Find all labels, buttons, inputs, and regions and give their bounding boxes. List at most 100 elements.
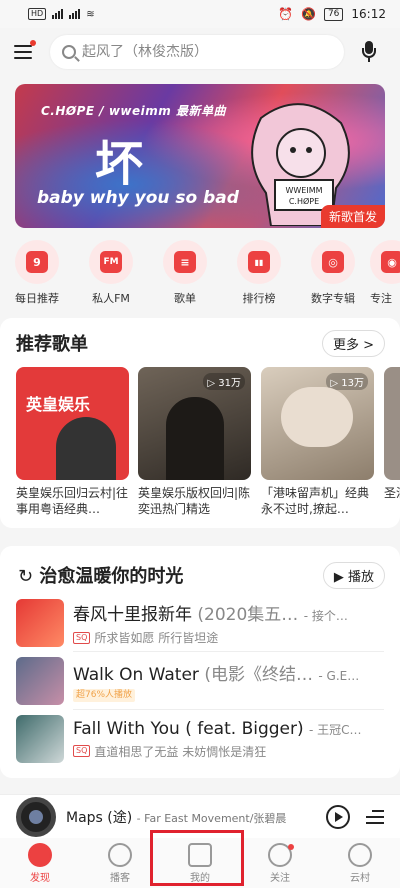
album-icon: ◎ [322,251,344,273]
tab-follow[interactable]: 关注 [240,838,320,888]
play-count: ▷ 13万 [326,373,368,390]
banner-title: 坏 [95,136,144,192]
tab-label: 云村 [350,872,370,884]
song-artist: - 接个… [303,609,348,623]
battery-icon: 76 [323,7,344,21]
album-disc [16,796,56,837]
more-button[interactable]: 更多 > [321,330,385,357]
quick-entry-label: 数字专辑 [311,292,355,305]
song-list: 春风十里报新年 (2020集五… - 接个… SQ 所求皆如愿 所行皆坦途 Wal… [16,594,400,768]
playlist-name: 「港味留声机」经典永不过时,撩起… [261,486,370,516]
microphone-icon[interactable] [362,41,376,63]
tab-mine[interactable]: 我的 [160,838,240,888]
play-icon[interactable] [326,804,350,829]
music-note-icon [188,842,212,867]
quick-entry-label: 每日推荐 [15,292,59,305]
search-input[interactable] [82,44,322,60]
tab-cloud-village[interactable]: 云村 [320,838,400,888]
playlist-item[interactable]: 英皇娱乐 英皇娱乐回归云村|往事用粤语经典… [16,367,129,517]
song-row[interactable]: Fall With You ( feat. Bigger) - 王冠C… SQ 直… [16,710,400,768]
recommended-playlists-card: 推荐歌单 更多 > 英皇娱乐 英皇娱乐回归云村|往事用粤语经典… ▷ 31万 英… [0,318,400,528]
quick-entry-label: 专注 [370,292,392,305]
song-subtitle: (电影《终结… [204,665,313,685]
song-desc: 所求皆如愿 所行皆坦途 [94,631,219,645]
section-title-text: 治愈温暖你的时光 [39,566,184,587]
playlist-icon: ≡ [174,251,196,273]
song-title: Fall With You ( feat. Bigger) [73,718,304,739]
notification-dot [288,844,294,850]
song-subtitle: (2020集五… [197,605,299,625]
play-all-button[interactable]: ▶ 播放 [322,562,385,589]
tab-podcast[interactable]: 播客 [80,838,160,888]
cover-portrait [166,397,224,480]
chart-icon: ▮▮ [248,251,270,273]
menu-icon[interactable] [14,40,36,61]
quick-entry-label: 私人FM [92,292,130,305]
song-title: Walk On Water [73,665,199,685]
mini-player[interactable]: Maps (途) - Far East Movement/张碧晨 [0,794,400,838]
song-thumbnail [16,657,64,705]
section-title: ↻ 治愈温暖你的时光 [18,562,183,588]
sq-badge: SQ [73,631,91,644]
playlist-queue-icon[interactable] [366,809,384,825]
banner[interactable]: C.HØPE / wweimm 最新单曲 坏 baby why you so b… [15,84,385,228]
signal-icon [52,9,64,19]
search-icon [62,45,76,59]
healing-songs-card: ↻ 治愈温暖你的时光 ▶ 播放 春风十里报新年 (2020集五… - 接个… S… [0,546,400,778]
quick-entry-daily[interactable]: 9 每日推荐 [0,240,74,310]
cloud-village-icon [348,842,372,867]
status-left: HD ≋ [28,8,95,20]
song-title: 春风十里报新年 [73,605,192,625]
mute-icon: 🔕 [301,7,316,21]
banner-artist-text: C.HØPE / wweimm 最新单曲 [41,104,226,118]
quick-entry-row: 9 每日推荐 FM 私人FM ≡ 歌单 ▮▮ 排行榜 ◎ 数字专辑 ◉ 专注 [0,240,400,310]
playlist-item[interactable]: ▷ 13万 「港味留声机」经典永不过时,撩起… [261,367,374,517]
player-artist: - Far East Movement/张碧晨 [136,811,287,825]
signal-icon-2 [69,9,81,19]
calendar-icon: 9 [26,251,48,273]
tab-discover[interactable]: 发现 [0,838,80,888]
popularity-badge: 超76%人播放 [73,689,136,702]
status-bar: HD ≋ ⏰ 🔕 76 16:12 [0,0,400,28]
playlist-cover: ▷ 13万 [261,367,374,480]
playlist-item[interactable]: ▷ 31万 英皇娱乐版权回归|陈奕迅热门精选 [138,367,251,517]
hd-badge: HD [28,8,47,20]
cover-portrait [281,387,353,447]
bottom-tab-bar: 发现 播客 我的 关注 云村 [0,838,400,888]
banner-subtitle: baby why you so bad [37,188,239,208]
playlist-cover: 英皇娱乐 [16,367,129,480]
player-song-title: Maps (途) [66,809,133,826]
playlist-item[interactable]: 圣洞 [384,367,400,517]
focus-icon: ◉ [381,251,400,273]
playlist-name: 圣洞 [384,486,400,500]
song-thumbnail [16,715,64,763]
playlist-name: 英皇娱乐版权回归|陈奕迅热门精选 [138,486,251,516]
status-right: ⏰ 🔕 76 16:12 [278,7,386,21]
svg-text:WWEIMM: WWEIMM [285,186,322,195]
tab-label: 发现 [30,872,50,884]
playlist-cover: ▷ 31万 [138,367,251,480]
song-artist: - 王冠C… [309,722,362,737]
refresh-icon[interactable]: ↻ [18,566,33,587]
section-title: 推荐歌单 [16,334,88,355]
playlist-row: 英皇娱乐 英皇娱乐回归云村|往事用粤语经典… ▷ 31万 英皇娱乐版权回归|陈奕… [16,367,400,527]
quick-entry-label: 歌单 [174,292,196,305]
cover-text: 英皇娱乐 [26,395,91,414]
quick-entry-focus[interactable]: ◉ 专注 [370,240,400,310]
quick-entry-album[interactable]: ◎ 数字专辑 [296,240,370,310]
song-row[interactable]: Walk On Water (电影《终结… - G.E… 超76%人播放 [16,652,400,710]
search-bar[interactable] [50,35,344,69]
playlist-cover [384,367,400,480]
song-desc: 直道相思了无益 未妨惆怅是清狂 [94,744,267,759]
banner-badge: 新歌首发 [320,205,385,228]
cover-portrait [56,417,116,480]
tab-label: 关注 [270,872,290,884]
top-header [0,28,400,76]
quick-entry-charts[interactable]: ▮▮ 排行榜 [222,240,296,310]
quick-entry-fm[interactable]: FM 私人FM [74,240,148,310]
wifi-icon: ≋ [86,8,95,20]
play-count: ▷ 31万 [203,373,245,390]
song-row[interactable]: 春风十里报新年 (2020集五… - 接个… SQ 所求皆如愿 所行皆坦途 [16,594,400,652]
quick-entry-playlist[interactable]: ≡ 歌单 [148,240,222,310]
tab-label: 播客 [110,872,130,884]
